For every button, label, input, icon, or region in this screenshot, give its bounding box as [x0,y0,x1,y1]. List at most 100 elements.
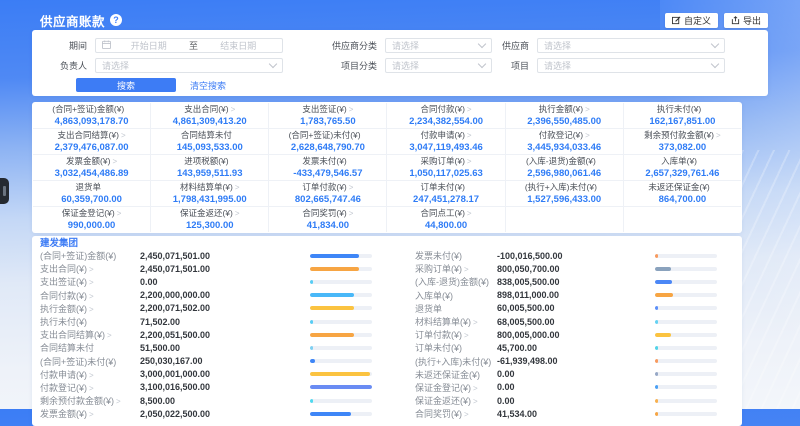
metric-label[interactable]: 合同奖罚(¥)> [415,407,497,420]
drilldown-arrow-icon: > [121,131,126,140]
customize-button[interactable]: 自定义 [665,13,718,28]
stat-cell[interactable]: 发票金额(¥)> 3,032,454,486.89 [33,155,150,180]
stat-cell[interactable]: 发票未付(¥)> -433,479,546.57 [269,155,386,180]
stat-cell[interactable]: 支出签证(¥)> 1,783,765.50 [269,103,386,128]
metric-label[interactable]: (执行+入库)未付(¥)> [415,355,497,368]
stat-cell[interactable]: 剩余预付款金额(¥)> 373,082.00 [624,129,741,154]
stat-cell[interactable]: 未返还保证金(¥)> 864,700.00 [624,181,741,206]
drilldown-arrow-icon: > [464,410,469,419]
metric-value: 0.00 [497,382,655,392]
stat-cell[interactable]: 材料结算单(¥)> 1,798,431,995.00 [151,181,268,206]
metric-label[interactable]: 剩余预付款金额(¥)> [40,394,140,407]
project-select[interactable]: 请选择 [537,58,725,73]
metric-bar [655,254,717,258]
stat-label: 采购订单(¥) [421,156,465,166]
metric-label[interactable]: 执行金额(¥)> [40,302,140,315]
stat-cell[interactable]: 退货单> 60,359,700.00 [33,181,150,206]
metric-bar [310,399,372,403]
stat-cell[interactable]: 保证金返还(¥)> 125,300.00 [151,207,268,232]
stat-label: 未返还保证金(¥) [648,182,709,192]
stat-cell[interactable]: > [624,207,741,232]
stat-cell[interactable]: 入库单(¥)> 2,657,329,761.46 [624,155,741,180]
stat-value: 3,032,454,486.89 [55,168,129,179]
stat-label: 保证金返还(¥) [180,208,233,218]
clear-search-link[interactable]: 清空搜索 [190,79,226,92]
supplier-select[interactable]: 请选择 [537,38,725,53]
stat-cell[interactable]: 执行未付(¥)> 162,167,851.00 [624,103,741,128]
metric-bar [310,293,372,297]
stat-value: 125,300.00 [186,220,234,231]
side-drawer-handle[interactable] [0,178,9,204]
account-row: 支出合同结算(¥)> 2,200,051,500.00 订单付款(¥)> 800… [40,328,734,341]
metric-label[interactable]: 退货单> [415,302,497,315]
metric-label[interactable]: 材料结算单(¥)> [415,315,497,328]
stat-cell[interactable]: 合同奖罚(¥)> 41,834.00 [269,207,386,232]
chevron-down-icon [711,40,719,48]
stat-label: 支出签证(¥) [302,104,346,114]
metric-label[interactable]: 支出合同结算(¥)> [40,328,140,341]
metric-value: 3,100,016,500.00 [140,382,310,392]
metric-label[interactable]: 保证金返还(¥)> [415,394,497,407]
stat-cell[interactable]: 付款申请(¥)> 3,047,119,493.46 [387,129,504,154]
metric-label[interactable]: 订单未付(¥)> [415,341,497,354]
metric-label[interactable]: 入库单(¥)> [415,289,497,302]
stat-cell[interactable]: (入库-退货)金额(¥)> 2,596,980,061.46 [506,155,623,180]
stat-label: (合同+签证)金额(¥) [52,104,124,114]
metric-bar [655,385,717,389]
stat-cell[interactable]: 执行金额(¥)> 2,396,550,485.00 [506,103,623,128]
metric-label[interactable]: 合同结算未付> [40,341,140,354]
drilldown-arrow-icon: > [89,410,94,419]
metric-label[interactable]: 采购订单(¥)> [415,262,497,275]
drilldown-arrow-icon: > [716,131,721,140]
stat-value: 145,093,533.00 [177,142,243,153]
metric-label[interactable]: 执行未付(¥)> [40,315,140,328]
metric-label[interactable]: 订单付款(¥)> [415,328,497,341]
owner-select[interactable]: 请选择 [95,58,283,73]
period-date-range[interactable]: 开始日期 至 结束日期 [95,38,283,53]
drilldown-arrow-icon: > [231,105,236,114]
project-category-select[interactable]: 请选择 [385,58,492,73]
metric-label[interactable]: (入库-退货)金额(¥)> [415,275,497,288]
help-icon[interactable]: ? [110,14,122,26]
metric-label[interactable]: 发票金额(¥)> [40,407,140,420]
stat-cell[interactable]: (合同+签证)未付(¥)> 2,628,648,790.70 [269,129,386,154]
calendar-icon [102,40,111,51]
metric-label[interactable]: 发票未付(¥)> [415,249,497,262]
stat-value: 2,628,648,790.70 [291,142,365,153]
supplier-category-select[interactable]: 请选择 [385,38,492,53]
stat-cell[interactable]: (执行+入库)未付(¥)> 1,527,596,433.00 [506,181,623,206]
stat-cell[interactable]: (合同+签证)金额(¥)> 4,863,093,178.70 [33,103,150,128]
stat-value: 2,596,980,061.46 [527,168,601,179]
drilldown-arrow-icon: > [349,209,354,218]
stat-cell[interactable]: 合同付款(¥)> 2,234,382,554.00 [387,103,504,128]
stat-cell[interactable]: 订单未付(¥)> 247,451,278.17 [387,181,504,206]
export-button[interactable]: 导出 [724,13,768,28]
stat-cell[interactable]: 付款登记(¥)> 3,445,934,033.46 [506,129,623,154]
stat-cell[interactable]: 合同结算未付> 145,093,533.00 [151,129,268,154]
search-button[interactable]: 搜索 [76,78,176,92]
stat-cell[interactable]: > [506,207,623,232]
supplier-group-title[interactable]: 建发集团 [40,238,734,249]
metric-label[interactable]: 付款申请(¥)> [40,368,140,381]
stat-cell[interactable]: 合同点工(¥)> 44,800.00 [387,207,504,232]
stat-value: -433,479,546.57 [293,168,362,179]
metric-label[interactable]: 支出合同(¥)> [40,262,140,275]
stat-value: 4,861,309,413.20 [173,116,247,127]
metric-label[interactable]: 保证金登记(¥)> [415,381,497,394]
stat-cell[interactable]: 订单付款(¥)> 802,665,747.46 [269,181,386,206]
metric-label[interactable]: 未返还保证金(¥)> [415,368,497,381]
date-to-label: 至 [187,39,201,52]
account-row: (合同+签证)金额(¥)> 2,450,071,501.00 发票未付(¥)> … [40,249,734,262]
stat-cell[interactable]: 进项税额(¥)> 143,959,511.93 [151,155,268,180]
drilldown-arrow-icon: > [117,209,122,218]
stat-cell[interactable]: 支出合同(¥)> 4,861,309,413.20 [151,103,268,128]
metric-label[interactable]: 付款登记(¥)> [40,381,140,394]
metric-label[interactable]: (合同+签证)未付(¥)> [40,355,140,368]
metric-label[interactable]: 合同付款(¥)> [40,289,140,302]
stat-cell[interactable]: 采购订单(¥)> 1,050,117,025.63 [387,155,504,180]
metric-label[interactable]: 支出签证(¥)> [40,275,140,288]
metric-label[interactable]: (合同+签证)金额(¥)> [40,249,140,262]
stat-cell[interactable]: 支出合同结算(¥)> 2,379,476,087.00 [33,129,150,154]
stat-cell[interactable]: 保证金登记(¥)> 990,000.00 [33,207,150,232]
account-rows: (合同+签证)金额(¥)> 2,450,071,501.00 发票未付(¥)> … [40,249,734,420]
